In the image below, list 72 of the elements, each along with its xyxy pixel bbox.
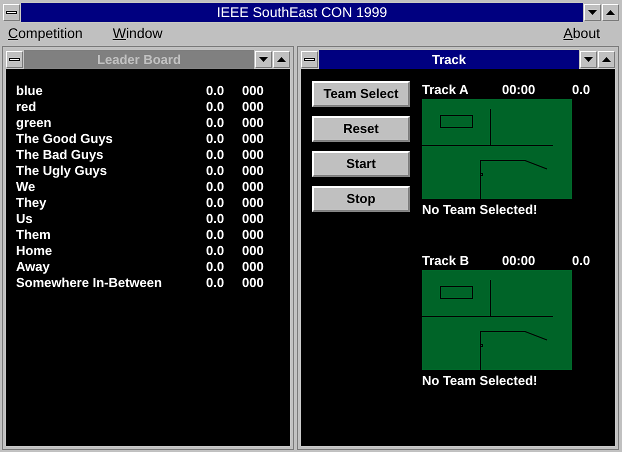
command-button[interactable]: Team Select [312,81,410,107]
team-score: 0.0 [206,243,226,259]
team-name: Us [16,211,34,227]
maximize-button[interactable] [598,51,615,68]
minimize-button[interactable] [584,4,601,21]
minimize-button[interactable] [580,51,597,68]
team-count: 000 [242,211,264,227]
track-status: No Team Selected! [422,201,538,219]
team-score: 0.0 [206,211,226,227]
team-name: The Ugly Guys [16,163,108,179]
team-score: 0.0 [206,163,226,179]
team-count: 000 [242,243,264,259]
team-name: The Good Guys [16,131,114,147]
team-score: 0.0 [206,227,226,243]
track-name: Track A [422,81,470,100]
team-name: green [16,115,52,131]
team-name: blue [16,83,44,99]
track-time: 00:00 [502,81,536,100]
team-score: 0.0 [206,147,226,163]
menu-item[interactable]: Window [112,22,163,44]
team-name: They [16,195,48,211]
team-name: Somewhere In-Between [16,275,163,291]
command-button[interactable]: Stop [312,186,410,212]
team-count: 000 [242,163,264,179]
team-count: 000 [242,195,264,211]
menu-item[interactable]: About [563,22,600,44]
team-name: Home [16,243,54,259]
menu-item[interactable]: Competition [8,22,83,44]
team-score: 0.0 [206,131,226,147]
team-score: 0.0 [206,259,226,275]
up-arrow-icon [606,10,615,15]
command-button[interactable]: Reset [312,116,410,142]
track-score: 0.0 [572,252,590,270]
team-name: red [16,99,38,115]
track-time: 00:00 [502,252,536,270]
up-arrow-icon [602,57,611,62]
maximize-button[interactable] [602,4,619,21]
system-menu-button[interactable] [3,4,20,21]
system-menu-button[interactable] [6,51,23,68]
team-name: Away [16,259,51,275]
team-score: 0.0 [206,83,226,99]
command-button[interactable]: Start [312,151,410,177]
team-count: 000 [242,83,264,99]
window-title: Track [319,50,579,69]
team-count: 000 [242,259,264,275]
team-score: 0.0 [206,115,226,131]
team-score: 0.0 [206,275,226,291]
window-title: IEEE SouthEast CON 1999 [21,3,583,22]
team-count: 000 [242,227,264,243]
track-score: 0.0 [572,81,590,100]
down-arrow-icon [259,57,268,62]
maximize-button[interactable] [273,51,290,68]
minimize-button[interactable] [255,51,272,68]
track-name: Track B [422,252,470,270]
team-score: 0.0 [206,195,226,211]
team-count: 000 [242,115,264,131]
team-name: Them [16,227,52,243]
team-count: 000 [242,147,264,163]
team-count: 000 [242,131,264,147]
team-count: 000 [242,99,264,115]
team-score: 0.0 [206,99,226,115]
window-title: Leader Board [24,50,254,69]
down-arrow-icon [584,57,593,62]
down-arrow-icon [588,10,597,15]
team-name: The Bad Guys [16,147,104,163]
up-arrow-icon [277,57,286,62]
system-menu-button[interactable] [301,51,318,68]
team-count: 000 [242,275,264,291]
track-status: No Team Selected! [422,372,538,390]
team-count: 000 [242,179,264,195]
team-score: 0.0 [206,179,226,195]
team-name: We [16,179,36,195]
